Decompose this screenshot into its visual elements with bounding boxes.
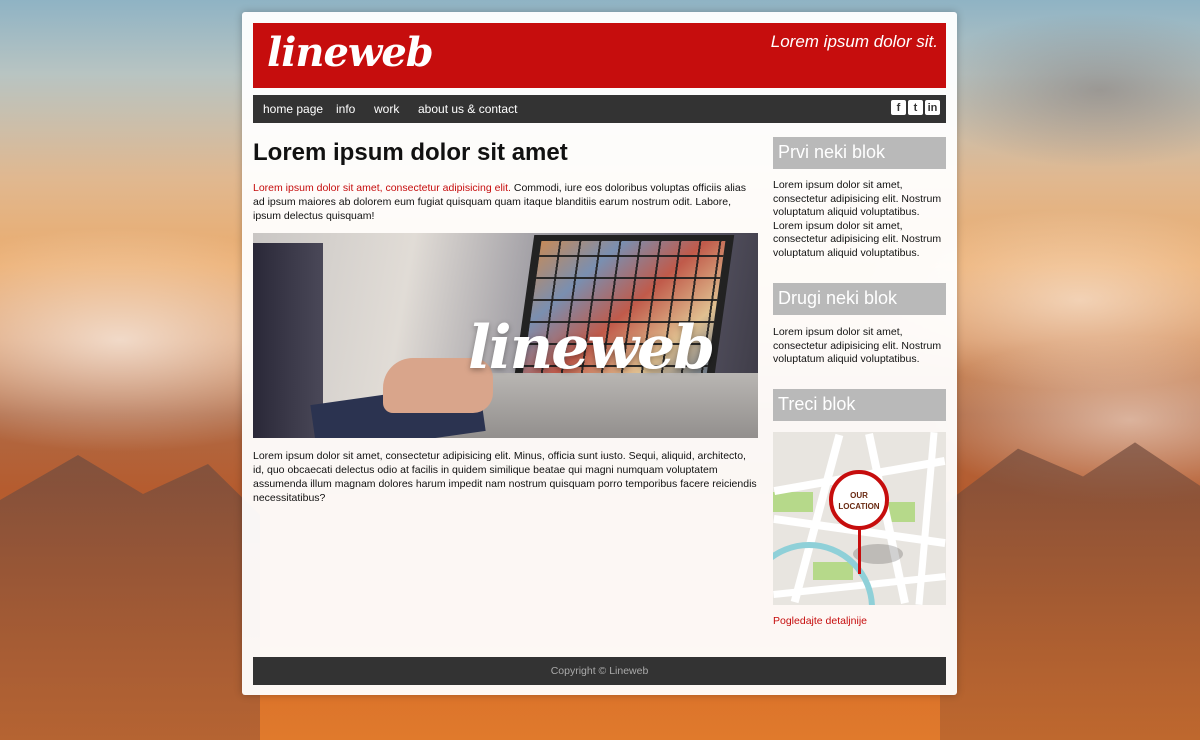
nav-item-info[interactable]: info	[336, 102, 355, 116]
site-footer: Copyright © Lineweb	[253, 657, 946, 685]
site-header: lineweb Lorem ipsum dolor sit.	[253, 23, 946, 88]
facebook-icon[interactable]: f	[891, 100, 906, 115]
main-nav: home page info work about us & contact f…	[253, 95, 946, 123]
intro-paragraph: Lorem ipsum dolor sit amet, consectetur …	[253, 181, 758, 223]
page-container: lineweb Lorem ipsum dolor sit. home page…	[242, 12, 957, 695]
sidebar-block2-title: Drugi neki blok	[773, 283, 946, 315]
background-mountain-left	[0, 455, 260, 740]
map-park	[773, 492, 813, 512]
body-paragraph: Lorem ipsum dolor sit amet, consectetur …	[253, 450, 757, 504]
map-pin-label-line2: LOCATION	[838, 502, 880, 511]
hero-logo: lineweb	[468, 313, 715, 383]
background-mountain-right	[940, 442, 1200, 740]
nav-item-home[interactable]: home page	[263, 102, 323, 116]
header-tagline: Lorem ipsum dolor sit.	[770, 32, 938, 51]
map-pin-icon: OUR LOCATION	[829, 470, 889, 530]
sidebar-block1-text: Lorem ipsum dolor sit amet, consectetur …	[773, 179, 942, 259]
hero-image: lineweb	[253, 233, 758, 438]
nav-item-about-contact[interactable]: about us & contact	[418, 102, 517, 116]
sidebar-block3-title: Treci blok	[773, 389, 946, 421]
location-map[interactable]: OUR LOCATION	[773, 432, 946, 605]
page-title: Lorem ipsum dolor sit amet	[253, 139, 568, 166]
nav-item-work[interactable]: work	[374, 102, 399, 116]
intro-highlight[interactable]: Lorem ipsum dolor sit amet, consectetur …	[253, 182, 511, 194]
linkedin-icon[interactable]: in	[925, 100, 940, 115]
site-logo[interactable]: lineweb	[267, 29, 434, 76]
map-pin-label-line1: OUR	[850, 491, 868, 500]
twitter-icon[interactable]: t	[908, 100, 923, 115]
sidebar-block2-text: Lorem ipsum dolor sit amet, consectetur …	[773, 326, 942, 366]
social-links: f t in	[891, 100, 940, 115]
sidebar-block1-title: Prvi neki blok	[773, 137, 946, 169]
map-pin-stem	[858, 528, 861, 574]
map-details-link[interactable]: Pogledajte detaljnije	[773, 615, 867, 627]
